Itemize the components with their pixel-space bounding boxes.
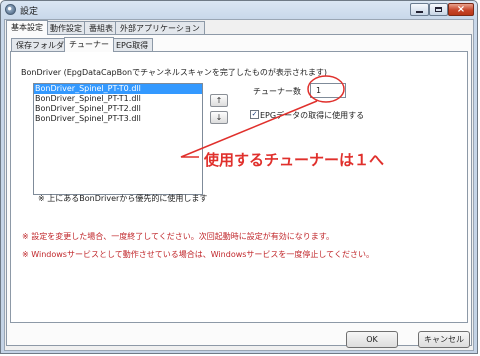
annotation-overlay [180,75,345,158]
tab-tuner[interactable]: チューナー [64,37,114,52]
highlight-circle [307,75,345,103]
tab-label: 基本設定 [11,23,43,32]
annotation-text: 使用するチューナーは１へ [204,151,385,169]
tab-basic-settings[interactable]: 基本設定 [6,20,48,35]
tab-label: チューナー [69,40,109,49]
